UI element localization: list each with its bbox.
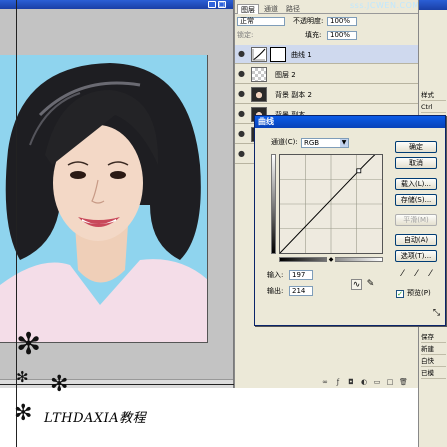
resize-icon[interactable]: ⤡: [431, 308, 442, 319]
output-field[interactable]: 214: [289, 286, 313, 296]
tutorial-caption: LTHDAXIA教程: [44, 411, 147, 426]
layer-thumbnail: [251, 87, 267, 102]
options-button[interactable]: 选项(T)...: [395, 250, 437, 262]
strip-item[interactable]: Ctrl: [421, 102, 446, 113]
load-button[interactable]: 载入(L)...: [395, 178, 437, 190]
layer-row-curves[interactable]: ● 曲线 1: [235, 45, 419, 64]
link-icon[interactable]: ∞: [321, 378, 329, 386]
portrait-photo: [0, 55, 208, 343]
strip-item[interactable]: 保存: [421, 332, 446, 343]
snowflake-icon: ✻: [50, 372, 69, 397]
layer-name: 图层 2: [275, 71, 296, 79]
strip-item[interactable]: 白快: [421, 356, 446, 367]
trash-icon[interactable]: 🗑: [399, 378, 408, 386]
preview-checkbox[interactable]: ✓: [396, 290, 404, 298]
white-eyedropper-icon[interactable]: ⁄: [425, 269, 436, 280]
save-button[interactable]: 存储(S)...: [395, 194, 437, 206]
minimize-icon[interactable]: _: [208, 1, 216, 8]
input-field[interactable]: 197: [289, 270, 313, 280]
curve-control-point[interactable]: [356, 168, 362, 174]
curve-graph[interactable]: [279, 146, 386, 254]
snowflake-icon: ✻: [14, 401, 33, 426]
opacity-label: 不透明度:: [293, 17, 324, 25]
lock-label: 锁定:: [237, 31, 254, 39]
eye-icon[interactable]: ●: [237, 129, 246, 138]
curves-dialog: 曲线 通道(C): RGB ▼ ◆ 确定 取消 载入(L)... 存储(S)..…: [254, 115, 446, 326]
layer-row-layer2[interactable]: ● 图层 2: [235, 65, 419, 84]
adjustment-icon[interactable]: ◐: [360, 378, 368, 386]
channel-value: RGB: [304, 139, 320, 147]
tab-channels[interactable]: 通道: [261, 4, 281, 14]
right-panel-titlebar: [419, 0, 447, 10]
chevron-down-icon[interactable]: ▼: [340, 139, 348, 147]
snowflake-icon: ✻: [16, 327, 42, 362]
new-layer-icon[interactable]: □: [386, 378, 394, 386]
ok-button[interactable]: 确定: [395, 141, 437, 153]
fill-label: 填充:: [305, 31, 322, 39]
eye-icon[interactable]: ●: [237, 69, 246, 78]
eye-icon[interactable]: ●: [237, 89, 246, 98]
layer-name: 背景 副本 2: [275, 91, 312, 99]
layer-row-bg-copy2[interactable]: ● 背景 副本 2: [235, 85, 419, 104]
gradient-toggle-icon[interactable]: ◆: [327, 257, 335, 263]
fx-icon[interactable]: ƒ: [334, 378, 342, 386]
output-label: 输出:: [267, 287, 284, 295]
curves-dialog-title: 曲线: [255, 116, 445, 128]
fill-field[interactable]: 100%: [327, 31, 357, 40]
layer-mask-thumbnail: [270, 47, 286, 62]
black-eyedropper-icon[interactable]: ⁄: [397, 269, 408, 280]
channel-select[interactable]: RGB ▼: [301, 138, 349, 148]
output-gradient-bar: [271, 154, 276, 254]
eye-icon[interactable]: ●: [237, 109, 246, 118]
input-label: 输入:: [267, 271, 284, 279]
tab-layers[interactable]: 图层: [237, 4, 259, 14]
folder-icon[interactable]: ▭: [373, 378, 381, 386]
adjustment-layer-icon: [251, 47, 267, 62]
cancel-button[interactable]: 取消: [395, 157, 437, 169]
preview-label: 预览(P): [407, 289, 431, 297]
snowflake-icon: ✻: [16, 368, 29, 386]
layer-thumbnail: [251, 67, 267, 82]
gray-eyedropper-icon[interactable]: ⁄: [411, 269, 422, 280]
layer-name: 曲线 1: [291, 51, 312, 59]
styles-tab[interactable]: 样式: [421, 90, 446, 101]
mask-icon[interactable]: ◘: [347, 378, 355, 386]
pencil-icon[interactable]: ✎: [365, 279, 376, 290]
opacity-field[interactable]: 100%: [327, 17, 357, 26]
document-titlebar: _ □: [0, 0, 233, 9]
canvas-area[interactable]: [0, 9, 233, 379]
layers-bottom-toolbar: ∞ ƒ ◘ ◐ ▭ □ 🗑: [321, 377, 419, 387]
strip-item[interactable]: 新建: [421, 344, 446, 355]
eye-icon[interactable]: ●: [237, 149, 246, 158]
strip-item[interactable]: 已模: [421, 368, 446, 379]
maximize-icon[interactable]: □: [218, 1, 226, 8]
watermark-text: sss.JCWEN.COM: [350, 1, 420, 10]
smooth-button[interactable]: 平滑(M): [395, 214, 437, 226]
channel-label: 通道(C):: [271, 138, 298, 146]
portrait-illustration: [0, 55, 207, 342]
curve-tool-icon[interactable]: ∿: [351, 279, 362, 290]
layers-options: 正常 不透明度: 100% 锁定: 填充: 100%: [235, 16, 419, 44]
tab-paths[interactable]: 路径: [283, 4, 303, 14]
blend-mode-select[interactable]: 正常: [237, 17, 285, 26]
eye-icon[interactable]: ●: [237, 49, 246, 58]
curve-plot[interactable]: [279, 146, 386, 254]
auto-button[interactable]: 自动(A): [395, 234, 437, 246]
